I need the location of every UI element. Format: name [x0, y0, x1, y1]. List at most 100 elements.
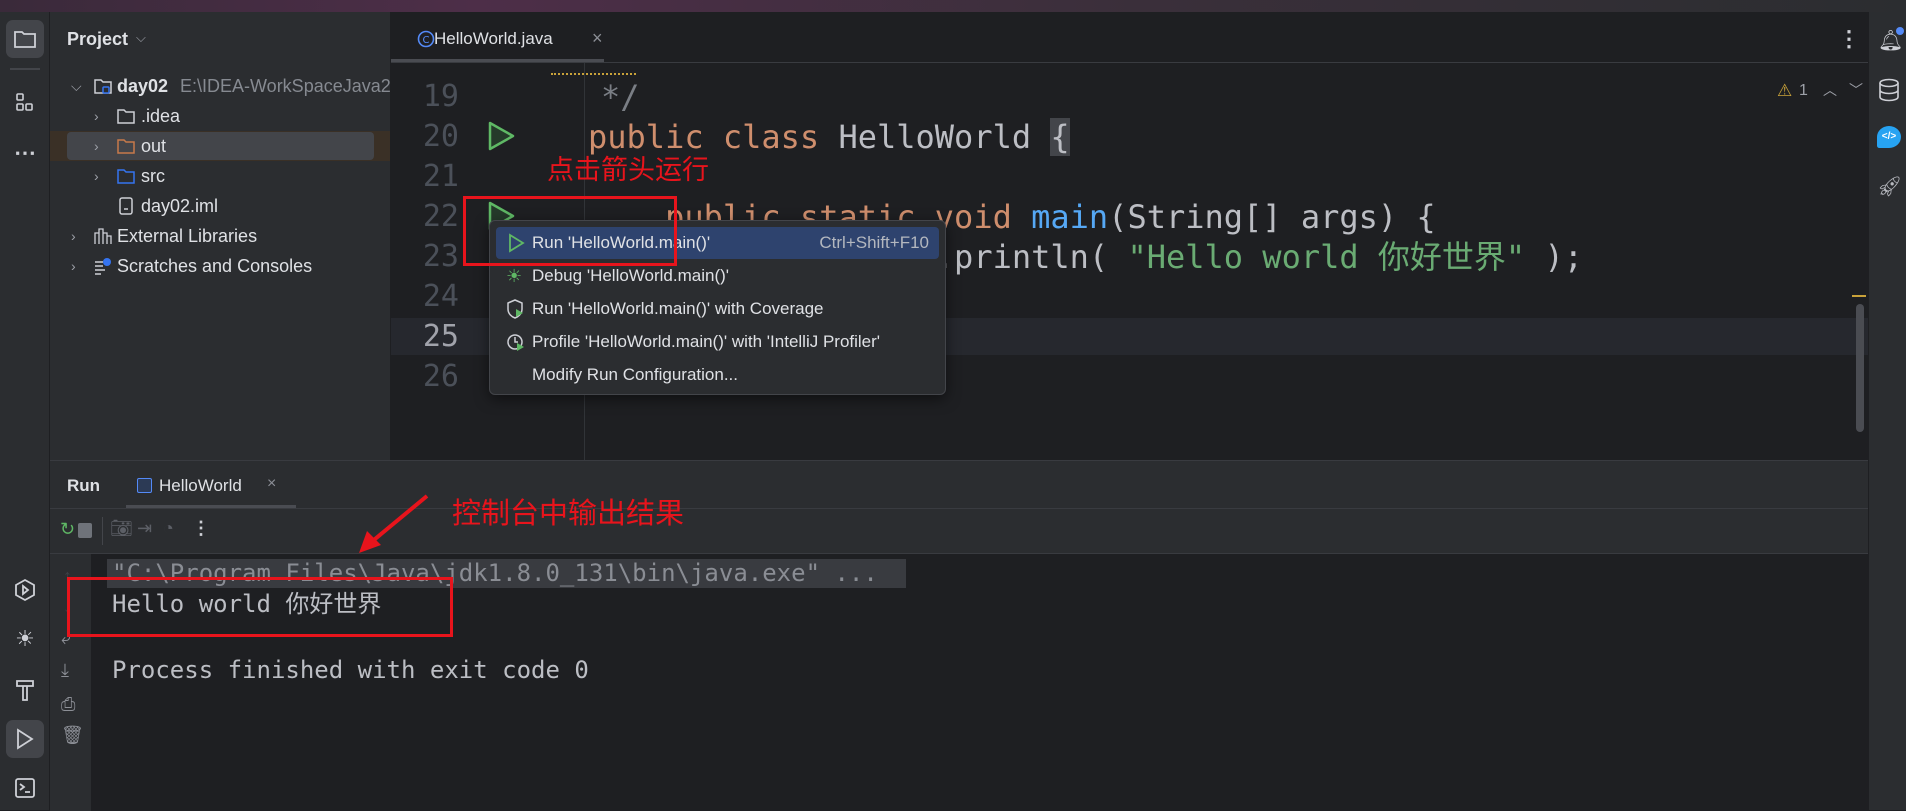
coverage-icon: [507, 299, 523, 319]
run-gutter-icon[interactable]: [486, 120, 516, 152]
tree-item-idea[interactable]: › .idea: [50, 101, 390, 131]
chevron-right-icon[interactable]: ›: [71, 228, 76, 244]
string-literal: "Hello world 你好世界": [1127, 238, 1526, 276]
menu-item-modify-config[interactable]: Modify Run Configuration...: [496, 359, 939, 391]
tree-item-scratches[interactable]: › Scratches and Consoles: [50, 251, 390, 281]
tree-item-iml[interactable]: day02.iml: [50, 191, 390, 221]
tab-label: HelloWorld: [159, 476, 242, 495]
tree-label: .idea: [141, 105, 181, 126]
warning-icon[interactable]: ⚠: [1777, 81, 1792, 101]
class-name: HelloWorld: [838, 118, 1032, 156]
run-toolbar: ↻ 📷︎ ⇥ ◔ ⋮: [50, 509, 1868, 554]
tree-label: day02.iml: [141, 195, 219, 216]
more-tools-icon[interactable]: ⋯: [6, 134, 44, 172]
line-number: 22: [422, 199, 459, 234]
annotation-box-run: [463, 196, 677, 266]
tree-item-external-libraries[interactable]: › External Libraries: [50, 221, 390, 251]
annotation-box-output: [67, 577, 453, 637]
build-hammer-icon[interactable]: [6, 671, 44, 709]
tree-label: Scratches and Consoles: [117, 255, 313, 276]
debug-icon[interactable]: ☀: [6, 620, 44, 658]
services-icon[interactable]: [6, 571, 44, 609]
menu-label: Modify Run Configuration...: [532, 365, 738, 384]
annotation-console-output: 控制台中输出结果: [452, 496, 685, 530]
profiler-gauge-icon[interactable]: ◔: [163, 518, 174, 539]
excluded-folder-icon: [117, 139, 135, 154]
module-path: E:\IDEA-WorkSpaceJava2: [180, 75, 391, 96]
next-highlight-icon[interactable]: ﹀: [1849, 80, 1863, 100]
method-name: main: [1031, 198, 1109, 236]
title-bar: [0, 0, 1906, 12]
chevron-down-icon[interactable]: ⌵: [136, 30, 146, 46]
stop-icon[interactable]: [78, 523, 92, 538]
restore-layout-icon[interactable]: ⇥: [137, 518, 152, 539]
run-header: Run HelloWorld ×: [50, 461, 1868, 509]
tree-item-day02[interactable]: ⌵ day02 E:\IDEA-WorkSpaceJava2: [50, 71, 391, 101]
print-icon[interactable]: ⎙: [61, 694, 75, 715]
profiler-icon: [507, 334, 524, 351]
debug-icon: ☀: [506, 266, 523, 286]
tree-item-src[interactable]: › src: [50, 161, 390, 191]
menu-label: Run 'HelloWorld.main()' with Coverage: [532, 299, 824, 318]
warning-count[interactable]: 1: [1799, 82, 1808, 100]
application-icon: [137, 478, 152, 493]
active-tab-underline: [391, 59, 604, 62]
code-comment: */: [601, 78, 640, 116]
toolbar-divider: [10, 68, 40, 70]
library-icon: [94, 228, 112, 244]
code-assistant-icon[interactable]: </>: [1877, 126, 1901, 148]
line-number: 26: [422, 359, 459, 394]
run-icon[interactable]: [6, 720, 44, 758]
camera-icon[interactable]: 📷︎: [110, 518, 133, 539]
chevron-right-icon[interactable]: ›: [94, 168, 99, 184]
menu-item-coverage[interactable]: Run 'HelloWorld.main()' with Coverage: [496, 293, 939, 325]
chevron-right-icon[interactable]: ›: [94, 108, 99, 124]
notification-badge: [1896, 27, 1904, 35]
active-tab-underline: [126, 505, 296, 508]
params: (String[] args) {: [1108, 198, 1436, 236]
project-title[interactable]: Project: [67, 29, 128, 50]
keyword: void: [934, 198, 1012, 236]
module-name: day02: [117, 75, 169, 96]
file-icon: [119, 197, 133, 215]
more-options-icon[interactable]: ⋮: [1838, 26, 1860, 52]
editor-scrollbar[interactable]: [1856, 304, 1864, 432]
rocket-icon[interactable]: 🚀︎: [1877, 174, 1902, 199]
right-toolbar: 🔔︎ </> 🚀︎: [1868, 12, 1906, 810]
chevron-right-icon[interactable]: ›: [94, 138, 99, 154]
chevron-right-icon[interactable]: ›: [71, 258, 76, 274]
close-tab-icon[interactable]: ×: [592, 28, 603, 49]
database-icon[interactable]: [1878, 78, 1900, 102]
line-number: 19: [422, 79, 459, 114]
line-number: 24: [422, 279, 459, 314]
chevron-down-icon[interactable]: ⌵: [71, 78, 82, 95]
structure-icon[interactable]: [6, 84, 44, 122]
keyword: class: [722, 118, 820, 156]
project-folder-icon[interactable]: [6, 20, 44, 58]
menu-item-profile[interactable]: Profile 'HelloWorld.main()' with 'Intell…: [496, 326, 939, 358]
java-class-icon: C: [417, 30, 435, 48]
more-options-icon[interactable]: ⋮: [192, 518, 210, 539]
tree-label: External Libraries: [117, 225, 258, 246]
console-exit-line[interactable]: Process finished with exit code 0: [112, 655, 589, 685]
terminal-icon[interactable]: [6, 769, 44, 807]
tab-helloworld-java[interactable]: C HelloWorld.java ×: [409, 26, 609, 56]
source-folder-icon: [117, 169, 135, 184]
run-title: Run: [67, 476, 101, 495]
scroll-to-end-icon[interactable]: ⤓: [61, 660, 69, 681]
close-tab-icon[interactable]: ×: [267, 475, 276, 493]
rerun-icon[interactable]: ↻: [60, 519, 75, 540]
line-number-current: 25: [422, 319, 459, 354]
shortcut: Ctrl+Shift+F10: [819, 233, 929, 252]
code-end: );: [1525, 238, 1583, 276]
module-folder-icon: [94, 79, 112, 94]
tree-item-out[interactable]: › out: [50, 131, 390, 161]
tab-run-helloworld[interactable]: HelloWorld ×: [135, 473, 276, 499]
project-panel: Project ⌵ ⌵ day02 E:\IDEA-WorkSpaceJava2…: [50, 12, 391, 460]
folder-icon: [117, 109, 135, 124]
warning-underline: [551, 63, 636, 75]
line-number: 20: [422, 119, 459, 154]
clear-trash-icon[interactable]: 🗑︎: [61, 725, 84, 746]
menu-label: Debug 'HelloWorld.main()': [532, 266, 730, 285]
previous-highlight-icon[interactable]: ︿: [1823, 80, 1837, 100]
